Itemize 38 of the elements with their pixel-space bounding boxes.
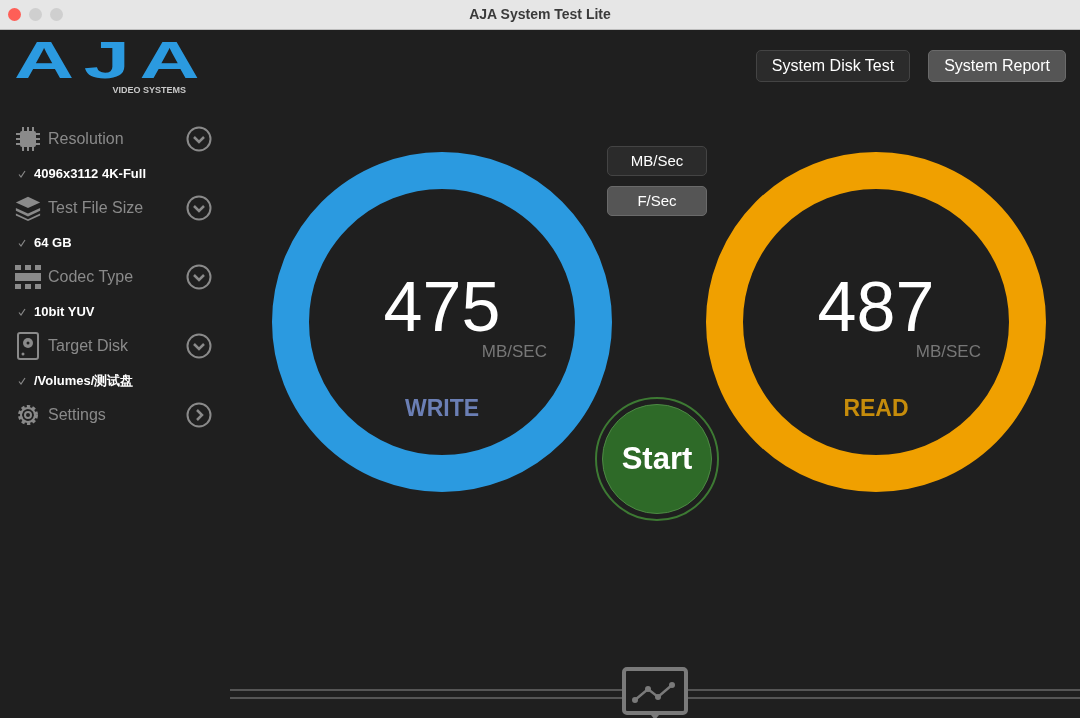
logo-text: AJA xyxy=(14,38,210,82)
header-button[interactable]: System Disk Test xyxy=(755,50,911,82)
section-label: Test File Size xyxy=(48,198,145,218)
start-button[interactable]: Start xyxy=(602,404,712,514)
logo-subtitle: VIDEO SYSTEMS xyxy=(112,84,186,96)
unit-toggle[interactable]: MB/Sec xyxy=(607,146,707,176)
section-label: Resolution xyxy=(48,129,125,149)
section-label: Settings xyxy=(48,405,107,425)
gauge-label: READ xyxy=(843,394,909,423)
speed-unit: MB/SEC xyxy=(481,343,547,361)
check-icon xyxy=(18,169,26,178)
section-label: Codec Type xyxy=(48,267,135,287)
speed-value: 487 xyxy=(817,271,935,343)
selected-value[interactable]: 10bit YUV xyxy=(34,301,95,322)
selected-value[interactable]: 4096x3112 4K-Full xyxy=(34,163,147,184)
speed-unit: MB/SEC xyxy=(915,343,981,361)
chevron-down-icon[interactable] xyxy=(186,195,212,221)
chevron-down-icon[interactable] xyxy=(186,333,212,359)
check-icon xyxy=(18,376,26,385)
window-title: AJA System Test Lite xyxy=(469,5,611,24)
chip-icon xyxy=(14,125,42,153)
chevron-down-icon[interactable] xyxy=(186,264,212,290)
selected-value[interactable]: /Volumes/测试盘 xyxy=(34,370,134,391)
layers-icon xyxy=(14,194,42,222)
film-strip-icon xyxy=(14,264,42,290)
section-label: Target Disk xyxy=(48,336,130,356)
chevron-right-icon[interactable] xyxy=(186,402,212,428)
settings-icon xyxy=(15,402,41,428)
hard-drive-icon xyxy=(17,332,39,360)
speed-value: 475 xyxy=(383,271,501,343)
header-button[interactable]: System Report xyxy=(928,50,1066,82)
check-icon xyxy=(18,307,26,316)
selected-value[interactable]: 64 GB xyxy=(34,232,72,253)
gauge-label: WRITE xyxy=(404,394,480,423)
chart-icon[interactable] xyxy=(622,667,688,718)
check-icon xyxy=(18,238,26,247)
unit-toggle[interactable]: F/Sec xyxy=(607,186,707,216)
chevron-down-icon[interactable] xyxy=(186,126,212,152)
